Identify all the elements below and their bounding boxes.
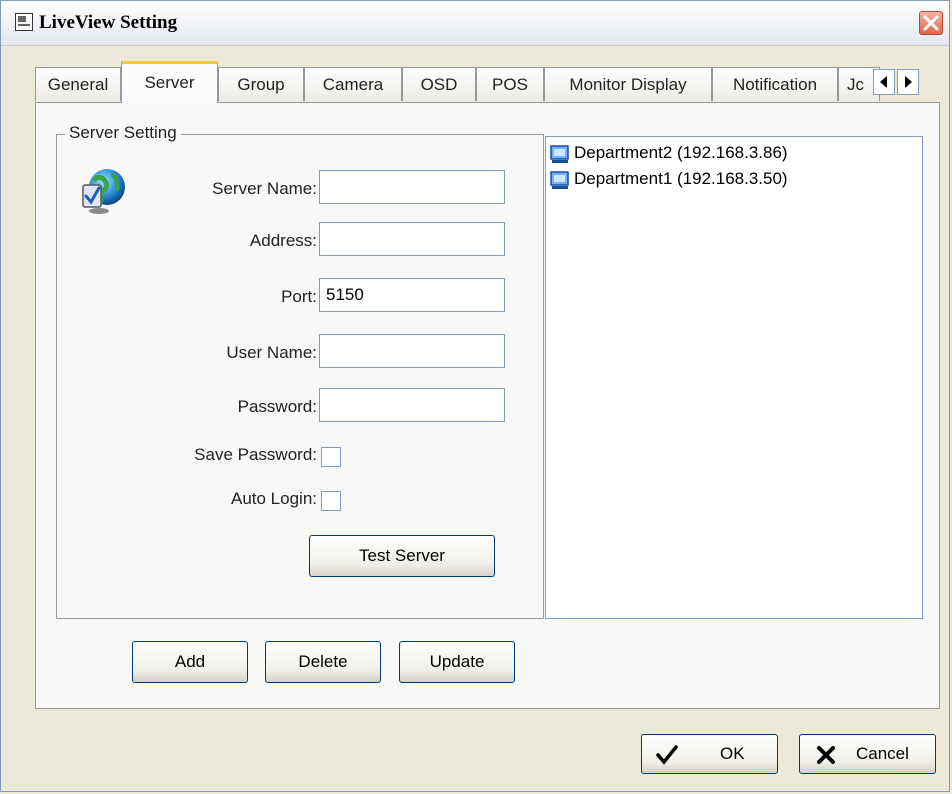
password-label: Password:: [237, 397, 317, 416]
server-setting-legend: Server Setting: [65, 123, 181, 143]
liveview-setting-window: LiveView Setting General Server Group Ca…: [0, 0, 950, 792]
tab-general[interactable]: General: [35, 67, 121, 101]
tab-server[interactable]: Server: [121, 61, 218, 103]
checkmark-icon: [656, 745, 678, 765]
window-title: LiveView Setting: [39, 12, 178, 33]
test-server-label: Test Server: [359, 546, 445, 565]
tab-label: OSD: [420, 75, 458, 94]
tab-label: Monitor Display: [569, 75, 687, 94]
test-server-button[interactable]: Test Server: [309, 535, 495, 577]
computer-icon: [550, 145, 569, 163]
delete-button[interactable]: Delete: [265, 641, 381, 683]
tab-bar: General Server Group Camera OSD POS Moni…: [35, 61, 935, 103]
server-name-input[interactable]: [319, 170, 505, 204]
update-label: Update: [429, 652, 485, 671]
computer-icon: [550, 171, 569, 189]
password-input[interactable]: [319, 388, 505, 422]
user-name-label: User Name:: [226, 343, 317, 362]
tab-group[interactable]: Group: [218, 67, 304, 101]
cancel-button[interactable]: Cancel: [799, 734, 936, 774]
server-setting-group: Server Setting Server Name: Address: Por…: [56, 123, 544, 619]
list-item-label: Department2 (192.168.3.86): [574, 143, 788, 162]
list-item-label: Department1 (192.168.3.50): [574, 169, 788, 188]
cancel-label: Cancel: [856, 744, 909, 763]
auto-login-checkbox[interactable]: [321, 491, 341, 511]
tab-monitor-display[interactable]: Monitor Display: [544, 67, 712, 101]
port-label: Port:: [281, 287, 317, 306]
save-password-label: Save Password:: [194, 445, 317, 464]
add-button[interactable]: Add: [132, 641, 248, 683]
tab-osd[interactable]: OSD: [402, 67, 476, 101]
server-list[interactable]: Department2 (192.168.3.86) Department1 (…: [545, 136, 923, 619]
user-name-input[interactable]: [319, 334, 505, 368]
arrow-right-icon: [905, 76, 912, 88]
tab-label: POS: [492, 75, 528, 94]
tab-pos[interactable]: POS: [476, 67, 544, 101]
tab-scroll-left-button[interactable]: [873, 69, 895, 95]
tab-label: Camera: [322, 75, 384, 94]
tab-label: General: [47, 75, 109, 94]
server-name-label: Server Name:: [212, 179, 317, 198]
address-input[interactable]: [319, 222, 505, 256]
port-input[interactable]: [319, 278, 505, 312]
server-tab-panel: Server Setting Server Name: Address: Por…: [35, 102, 940, 709]
tab-camera[interactable]: Camera: [304, 67, 402, 101]
tab-label: Group: [237, 75, 285, 94]
update-button[interactable]: Update: [399, 641, 515, 683]
save-password-checkbox[interactable]: [321, 447, 341, 467]
tab-label: Notification: [732, 75, 818, 94]
x-icon: [817, 746, 835, 764]
settings-window-icon: [15, 13, 33, 31]
tab-label: Server: [144, 73, 195, 92]
title-bar[interactable]: LiveView Setting: [1, 1, 949, 46]
delete-label: Delete: [298, 652, 348, 671]
arrow-left-icon: [880, 76, 887, 88]
close-icon: [923, 15, 939, 31]
add-label: Add: [174, 652, 206, 671]
tab-scroll-right-button[interactable]: [897, 69, 919, 95]
tab-notification[interactable]: Notification: [712, 67, 838, 101]
auto-login-label: Auto Login:: [230, 489, 317, 508]
address-label: Address:: [249, 231, 317, 250]
close-button[interactable]: [919, 11, 943, 35]
tab-label: Jc: [847, 75, 864, 94]
ok-button[interactable]: OK: [641, 734, 778, 774]
ok-label: OK: [720, 744, 745, 763]
